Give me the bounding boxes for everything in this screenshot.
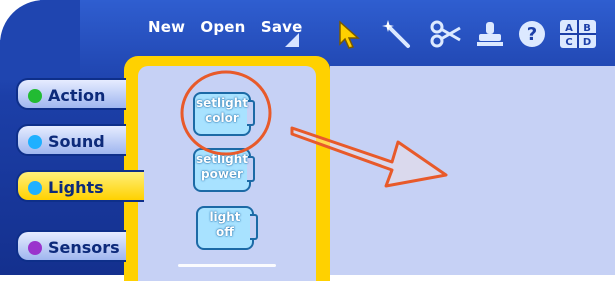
highlight-circle — [180, 70, 272, 156]
app-window: New Open Save ? A B C D Action Sound Lig… — [0, 0, 615, 281]
annotation-overlay — [180, 70, 448, 188]
drag-arrow-icon — [290, 126, 448, 188]
